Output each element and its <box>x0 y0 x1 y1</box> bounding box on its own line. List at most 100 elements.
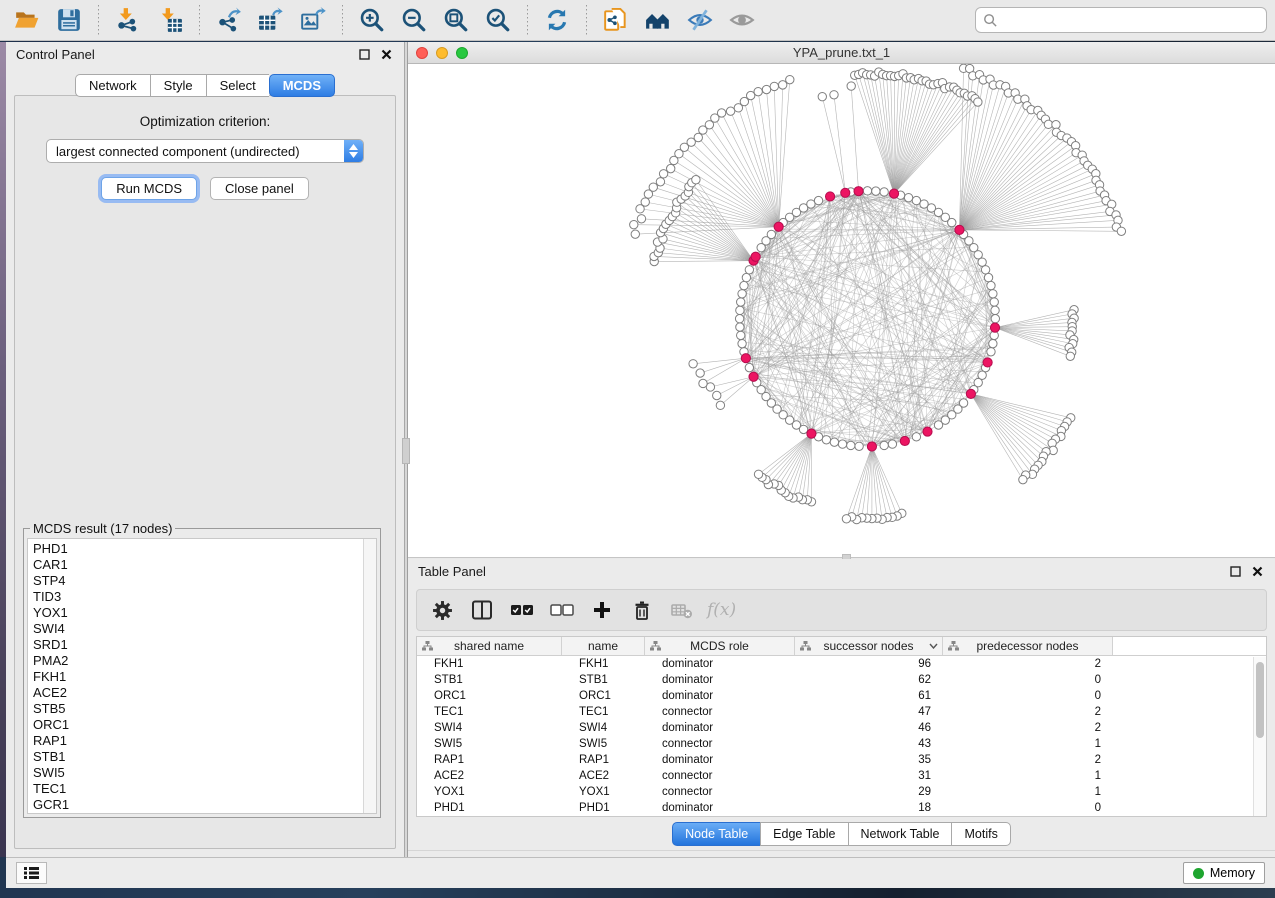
result-node-item[interactable]: GCR1 <box>33 797 363 813</box>
close-panel-button[interactable]: Close panel <box>210 177 309 200</box>
network-canvas[interactable] <box>408 64 1275 557</box>
table-cell: RAP1 <box>417 752 562 768</box>
tab-edge-table[interactable]: Edge Table <box>760 822 847 846</box>
table-scrollbar[interactable] <box>1253 657 1266 816</box>
export-table-button[interactable] <box>252 3 290 37</box>
deselect-all-button[interactable] <box>547 595 577 625</box>
create-column-button[interactable] <box>587 595 617 625</box>
result-node-item[interactable]: SWI5 <box>33 765 363 781</box>
table-header-row: shared namenameMCDS rolesuccessor nodes p… <box>417 637 1266 656</box>
float-panel-icon[interactable] <box>356 46 372 62</box>
table-row[interactable]: TEC1TEC1connector472 <box>417 704 1266 720</box>
result-node-item[interactable]: ACE2 <box>33 685 363 701</box>
search-field[interactable] <box>975 7 1267 33</box>
result-node-item[interactable]: SWI4 <box>33 621 363 637</box>
tab-motifs[interactable]: Motifs <box>951 822 1010 846</box>
first-neighbors-button[interactable] <box>639 3 677 37</box>
result-node-item[interactable]: TEC1 <box>33 781 363 797</box>
column-header-name[interactable]: name <box>562 637 645 655</box>
delete-column-button[interactable] <box>627 595 657 625</box>
toolbar-separator <box>199 5 200 35</box>
result-node-item[interactable]: TID3 <box>33 589 363 605</box>
select-all-button[interactable] <box>507 595 537 625</box>
zoom-in-button[interactable] <box>353 3 391 37</box>
table-cell: 2 <box>943 752 1113 768</box>
result-node-item[interactable]: SRD1 <box>33 637 363 653</box>
column-header-predecessor-nodes[interactable]: predecessor nodes <box>943 637 1113 655</box>
result-node-item[interactable]: YOX1 <box>33 605 363 621</box>
column-header-MCDS-role[interactable]: MCDS role <box>645 637 795 655</box>
table-row[interactable]: YOX1YOX1connector291 <box>417 784 1266 800</box>
tab-network-table[interactable]: Network Table <box>848 822 952 846</box>
refresh-button[interactable] <box>538 3 576 37</box>
column-label: predecessor nodes <box>976 639 1078 653</box>
splitter-grip[interactable] <box>402 438 410 464</box>
column-header-shared-name[interactable]: shared name <box>417 637 562 655</box>
run-mcds-button[interactable]: Run MCDS <box>101 177 197 200</box>
network-window: YPA_prune.txt_1 <box>408 42 1275 557</box>
search-input[interactable] <box>1003 13 1259 28</box>
double-house-icon <box>645 7 671 33</box>
hide-selected-button[interactable] <box>681 3 719 37</box>
table-cell: SWI5 <box>417 736 562 752</box>
open-file-button[interactable] <box>8 3 46 37</box>
status-bar: Memory <box>6 857 1275 888</box>
result-node-item[interactable]: PMA2 <box>33 653 363 669</box>
mcds-result-title: MCDS result (17 nodes) <box>30 521 175 536</box>
scrollbar-thumb[interactable] <box>1256 662 1264 738</box>
table-row[interactable]: SWI4SWI4dominator462 <box>417 720 1266 736</box>
tab-network[interactable]: Network <box>75 74 150 97</box>
floppy-disk-icon <box>56 7 82 33</box>
tab-mcds[interactable]: MCDS <box>269 74 335 97</box>
table-settings-button[interactable] <box>427 595 457 625</box>
zoom-selected-button[interactable] <box>479 3 517 37</box>
import-network-button[interactable] <box>109 3 147 37</box>
table-row[interactable]: ACE2ACE2connector311 <box>417 768 1266 784</box>
table-cell: dominator <box>645 752 795 768</box>
table-cell: 0 <box>943 688 1113 704</box>
memory-button[interactable]: Memory <box>1183 862 1265 884</box>
result-node-item[interactable]: RAP1 <box>33 733 363 749</box>
zoom-out-button[interactable] <box>395 3 433 37</box>
delete-table-button[interactable] <box>667 595 697 625</box>
tab-select[interactable]: Select <box>206 74 269 97</box>
export-image-button[interactable] <box>294 3 332 37</box>
toolbar-separator <box>527 5 528 35</box>
function-builder-button[interactable]: f(x) <box>707 600 736 620</box>
close-panel-icon[interactable] <box>378 46 394 62</box>
task-history-button[interactable] <box>16 862 47 884</box>
show-all-button[interactable] <box>723 3 761 37</box>
import-table-button[interactable] <box>151 3 189 37</box>
table-cell: 96 <box>795 656 943 672</box>
result-node-item[interactable]: CAR1 <box>33 557 363 573</box>
table-cell: 46 <box>795 720 943 736</box>
table-row[interactable]: FKH1FKH1dominator962 <box>417 656 1266 672</box>
column-header-successor-nodes[interactable]: successor nodes <box>795 637 943 655</box>
table-cell: ORC1 <box>417 688 562 704</box>
table-row[interactable]: ORC1ORC1dominator610 <box>417 688 1266 704</box>
result-node-item[interactable]: PHD1 <box>33 541 363 557</box>
tab-style[interactable]: Style <box>150 74 206 97</box>
duplicate-network-button[interactable] <box>597 3 635 37</box>
result-node-item[interactable]: STB5 <box>33 701 363 717</box>
save-button[interactable] <box>50 3 88 37</box>
zoom-fit-button[interactable] <box>437 3 475 37</box>
result-node-item[interactable]: ORC1 <box>33 717 363 733</box>
tab-node-table[interactable]: Node Table <box>672 822 760 846</box>
criterion-select[interactable]: largest connected component (undirected) <box>46 139 364 163</box>
result-node-item[interactable]: STP4 <box>33 573 363 589</box>
export-network-button[interactable] <box>210 3 248 37</box>
result-list-scrollbar[interactable] <box>363 539 376 813</box>
toolbar-separator <box>342 5 343 35</box>
table-row[interactable]: STB1STB1dominator620 <box>417 672 1266 688</box>
control-panel-title: Control Panel <box>16 47 350 62</box>
float-panel-icon[interactable] <box>1227 563 1243 579</box>
result-node-item[interactable]: FKH1 <box>33 669 363 685</box>
table-row[interactable]: SWI5SWI5connector431 <box>417 736 1266 752</box>
table-row[interactable]: RAP1RAP1dominator352 <box>417 752 1266 768</box>
close-panel-icon[interactable] <box>1249 563 1265 579</box>
result-node-item[interactable]: STB1 <box>33 749 363 765</box>
show-column-panel-button[interactable] <box>467 595 497 625</box>
table-row[interactable]: PHD1PHD1dominator180 <box>417 800 1266 816</box>
network-window-title: YPA_prune.txt_1 <box>408 45 1275 60</box>
